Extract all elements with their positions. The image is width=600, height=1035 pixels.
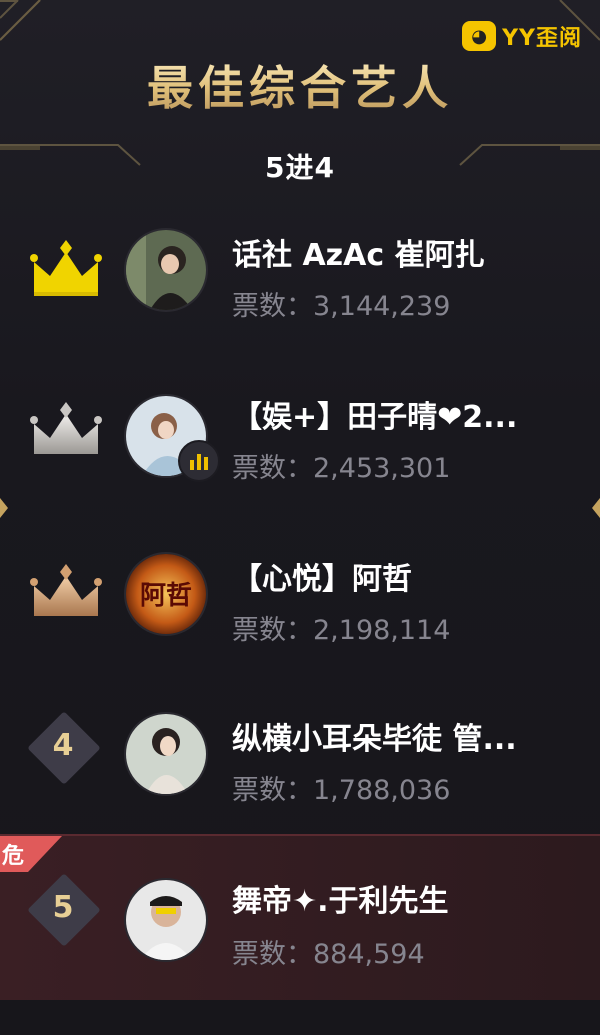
svg-text:阿哲: 阿哲 — [140, 581, 192, 611]
brand-watermark: ◕ YY歪阅 — [462, 20, 582, 52]
bottom-bar — [0, 1000, 600, 1035]
rank-number: 4 — [52, 728, 74, 763]
avatar[interactable] — [124, 228, 208, 312]
vote-label: 票数： — [232, 453, 313, 484]
ranking-row-danger[interactable]: 危 5 舞帝✦.于利先生 票数：884,594 — [0, 834, 600, 1002]
vote-count: 票数：2,453,301 — [232, 446, 450, 485]
vote-label: 票数： — [232, 775, 313, 806]
ranking-row[interactable]: 4 纵横小耳朵毕徒 管... 票数：1,788,036 — [0, 676, 600, 838]
avatar[interactable] — [124, 878, 208, 962]
bronze-crown-icon — [30, 564, 102, 616]
vote-value: 2,198,114 — [313, 615, 451, 646]
vote-label: 票数： — [232, 615, 313, 646]
brand-logo-icon: ◕ — [462, 21, 497, 51]
vote-value: 884,594 — [313, 939, 425, 970]
silver-crown-icon — [30, 402, 102, 454]
vote-count: 票数：2,198,114 — [232, 608, 450, 647]
brand-text: YY歪阅 — [502, 26, 582, 51]
ranking-panel: ◕ YY歪阅 最佳综合艺人 5进4 话社 AzAc 崔阿扎 票数：3,144,2… — [0, 0, 600, 1035]
avatar[interactable] — [124, 712, 208, 796]
round-label: 5进4 — [265, 151, 335, 184]
avatar[interactable]: 阿哲 — [124, 552, 208, 636]
artist-name[interactable]: 【心悦】阿哲 — [232, 554, 582, 598]
live-stream-icon[interactable] — [178, 440, 220, 482]
vote-value: 2,453,301 — [313, 453, 451, 484]
artist-name[interactable]: 舞帝✦.于利先生 — [232, 876, 582, 920]
vote-count: 票数：3,144,239 — [232, 284, 450, 323]
page-title: 最佳综合艺人 — [0, 52, 600, 118]
vote-value: 3,144,239 — [313, 291, 451, 322]
artist-name[interactable]: 【娱+】田子晴❤2... — [232, 392, 582, 436]
danger-label: 危 — [2, 844, 25, 869]
artist-name[interactable]: 话社 AzAc 崔阿扎 — [232, 230, 582, 274]
vote-value: 1,788,036 — [313, 775, 451, 806]
ranking-row[interactable]: 【娱+】田子晴❤2... 票数：2,453,301 — [0, 352, 600, 514]
ranking-row[interactable]: 阿哲 【心悦】阿哲 票数：2,198,114 — [0, 514, 600, 676]
vote-count: 票数：884,594 — [232, 932, 425, 971]
vote-count: 票数：1,788,036 — [232, 768, 450, 807]
gold-crown-icon — [30, 240, 102, 296]
artist-name[interactable]: 纵横小耳朵毕徒 管... — [232, 714, 582, 758]
vote-label: 票数： — [232, 291, 313, 322]
rank-number: 5 — [52, 890, 74, 925]
vote-label: 票数： — [232, 939, 313, 970]
ranking-row[interactable]: 话社 AzAc 崔阿扎 票数：3,144,239 — [0, 190, 600, 352]
